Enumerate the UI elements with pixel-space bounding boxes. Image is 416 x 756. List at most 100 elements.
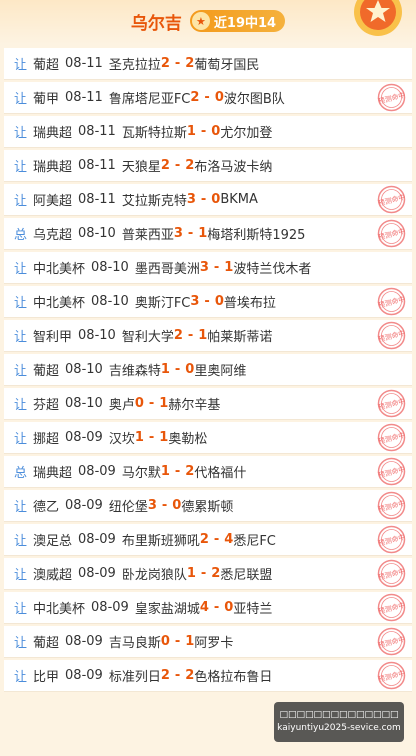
home-score: 2 bbox=[160, 158, 170, 173]
away-team: 德累斯顿 bbox=[181, 500, 234, 515]
league-name: 德乙 bbox=[33, 500, 60, 515]
list-item[interactable]: 让中北美杯 08-09 皇家盐湖城 4-0 亚特兰 预测命中 bbox=[4, 592, 412, 624]
away-score: 1 bbox=[198, 328, 208, 343]
list-item[interactable]: 让葡甲 08-11 鲁席塔尼亚FC 2-0 波尔图B队 预测命中 bbox=[4, 82, 412, 114]
match-type: 让 bbox=[14, 534, 28, 549]
score-separator: - bbox=[174, 668, 181, 683]
hit-stamp-text: 预测命中 bbox=[377, 328, 406, 344]
match-date: 08-10 bbox=[65, 362, 103, 377]
home-score: 3 bbox=[186, 192, 196, 207]
list-item[interactable]: 总乌克超 08-10 普莱西亚 3-1 梅塔利斯特1925 预测命中 bbox=[4, 218, 412, 250]
league-name: 阿美超 bbox=[33, 194, 73, 209]
match-date: 08-09 bbox=[91, 600, 129, 615]
list-item[interactable]: 让阿美超 08-11 艾拉斯克特 3-0 BKMA 预测命中 bbox=[4, 184, 412, 216]
list-item[interactable]: 让澳足总 08-09 布里斯班狮吼 2-4 悉尼FC 预测命中 bbox=[4, 524, 412, 556]
match-type: 让 bbox=[14, 364, 28, 379]
home-score: 1 bbox=[160, 362, 170, 377]
match-type: 让 bbox=[14, 126, 28, 141]
match-date: 08-11 bbox=[78, 124, 116, 139]
hit-stamp-icon: 预测命中 bbox=[377, 423, 406, 452]
score-separator: - bbox=[204, 294, 210, 309]
list-item[interactable]: 让智利甲 08-10 智利大学 2-1 帕莱斯蒂诺 预测命中 bbox=[4, 320, 412, 352]
home-score: 2 bbox=[190, 90, 200, 105]
score-separator: - bbox=[200, 192, 207, 207]
home-team: 纽伦堡 bbox=[108, 500, 148, 515]
score-separator: - bbox=[200, 566, 207, 581]
match-type: 让 bbox=[14, 432, 28, 447]
header: 乌尔吉 ★ 近19中14 bbox=[0, 0, 416, 44]
list-item[interactable]: 让中北美杯 08-10 墨西哥美洲 3-1 波特兰伐木者 bbox=[4, 252, 412, 284]
hit-stamp-icon: 预测命中 bbox=[377, 661, 406, 690]
match-type: 让 bbox=[14, 330, 28, 345]
away-team: 亚特兰 bbox=[233, 602, 273, 617]
score-separator: - bbox=[213, 600, 220, 615]
away-score: 1 bbox=[159, 396, 169, 411]
hit-stamp-text: 预测命中 bbox=[377, 634, 406, 650]
away-score: 2 bbox=[211, 566, 221, 581]
match-type: 让 bbox=[14, 568, 28, 583]
list-item[interactable]: 让比甲 08-09 标准列日 2-2 色格拉布鲁日 预测命中 bbox=[4, 660, 412, 692]
league-name: 澳足总 bbox=[33, 534, 73, 549]
home-team: 吉马良斯 bbox=[108, 636, 161, 651]
league-name: 葡超 bbox=[33, 364, 60, 379]
match-type: 让 bbox=[14, 636, 28, 651]
league-name: 瑞典超 bbox=[33, 466, 73, 481]
match-type: 让 bbox=[14, 194, 28, 209]
score-separator: - bbox=[213, 532, 220, 547]
match-type: 让 bbox=[14, 160, 28, 175]
home-team: 马尔默 bbox=[121, 466, 161, 481]
list-item[interactable]: 让瑞典超 08-11 瓦斯特拉斯 1-0 尤尔加登 bbox=[4, 116, 412, 148]
list-item[interactable]: 让德乙 08-09 纽伦堡 3-0 德累斯顿 预测命中 bbox=[4, 490, 412, 522]
away-team: 布洛马波卡纳 bbox=[194, 160, 273, 175]
hit-stamp-text: 预测命中 bbox=[377, 566, 406, 582]
list-item[interactable]: 让芬超 08-10 奥卢 0-1 赫尔辛基 预测命中 bbox=[4, 388, 412, 420]
list-item[interactable]: 让瑞典超 08-11 天狼星 2-2 布洛马波卡纳 bbox=[4, 150, 412, 182]
league-name: 中北美杯 bbox=[33, 296, 86, 311]
hit-stamp-text: 预测命中 bbox=[377, 668, 406, 684]
away-score: 0 bbox=[185, 362, 195, 377]
league-name: 比甲 bbox=[33, 670, 60, 685]
home-score: 0 bbox=[134, 396, 144, 411]
home-team: 智利大学 bbox=[121, 330, 174, 345]
score-separator: - bbox=[174, 158, 181, 173]
away-team: 悉尼FC bbox=[233, 534, 276, 549]
hit-stamp-icon: 预测命中 bbox=[377, 457, 406, 486]
hit-stamp-icon: 预测命中 bbox=[377, 559, 406, 588]
home-score: 3 bbox=[147, 498, 157, 513]
score-separator: - bbox=[204, 90, 210, 105]
match-date: 08-11 bbox=[65, 90, 103, 105]
away-team: 代格福什 bbox=[194, 466, 247, 481]
match-type: 让 bbox=[14, 58, 28, 73]
home-score: 1 bbox=[186, 566, 196, 581]
list-item[interactable]: 让葡超 08-11 圣克拉拉 2-2 葡萄牙国民 bbox=[4, 48, 412, 80]
match-date: 08-09 bbox=[65, 498, 103, 513]
hit-stamp-icon: 预测命中 bbox=[377, 525, 406, 554]
score-separator: - bbox=[148, 430, 155, 445]
hit-stamp-icon: 预测命中 bbox=[377, 321, 406, 350]
list-item[interactable]: 让澳威超 08-09 卧龙岗狼队 1-2 悉尼联盟 预测命中 bbox=[4, 558, 412, 590]
hit-stamp-icon: 预测命中 bbox=[377, 219, 406, 248]
away-team: 普埃布拉 bbox=[223, 296, 276, 311]
away-team: 帕莱斯蒂诺 bbox=[207, 330, 273, 345]
away-score: 1 bbox=[185, 634, 195, 649]
home-team: 吉维森特 bbox=[108, 364, 161, 379]
list-item[interactable]: 让葡超 08-10 吉维森特 1-0 里奥阿维 bbox=[4, 354, 412, 386]
away-team: 奥勒松 bbox=[168, 432, 208, 447]
away-score: 0 bbox=[211, 124, 221, 139]
list-item[interactable]: 总瑞典超 08-09 马尔默 1-2 代格福什 预测命中 bbox=[4, 456, 412, 488]
watermark: □□□□□□□□□□□□□□ kaiyuntiyu2025-sevice.com bbox=[274, 702, 404, 742]
match-date: 08-09 bbox=[78, 532, 116, 547]
list-item[interactable]: 让中北美杯 08-10 奥斯汀FC 3-0 普埃布拉 预测命中 bbox=[4, 286, 412, 318]
home-score: 1 bbox=[186, 124, 196, 139]
away-team: 悉尼联盟 bbox=[220, 568, 273, 583]
home-team: 奥卢 bbox=[108, 398, 135, 413]
league-name: 澳威超 bbox=[33, 568, 73, 583]
list-item[interactable]: 让葡超 08-09 吉马良斯 0-1 阿罗卡 预测命中 bbox=[4, 626, 412, 658]
away-team: 里奥阿维 bbox=[194, 364, 247, 379]
hit-stamp-icon: 预测命中 bbox=[377, 389, 406, 418]
home-score: 1 bbox=[134, 430, 144, 445]
league-name: 葡甲 bbox=[33, 92, 60, 107]
list-item[interactable]: 让挪超 08-09 汉坎 1-1 奥勒松 预测命中 bbox=[4, 422, 412, 454]
away-score: 4 bbox=[224, 532, 234, 547]
watermark-line2: kaiyuntiyu2025-sevice.com bbox=[277, 723, 401, 733]
